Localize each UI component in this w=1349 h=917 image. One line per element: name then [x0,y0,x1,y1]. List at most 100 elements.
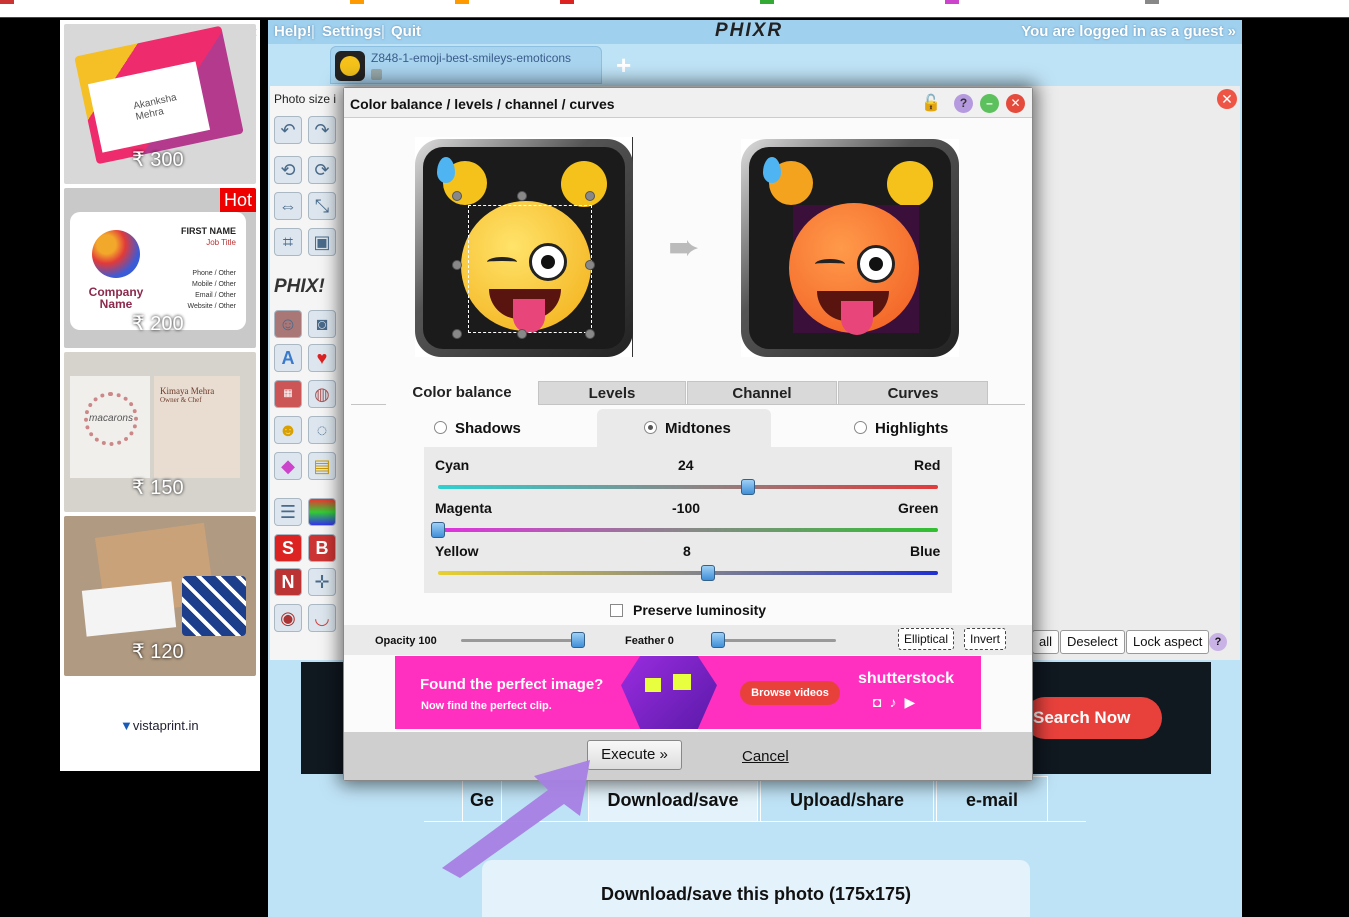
flip-icon[interactable]: ⇔ [274,192,302,220]
opacity-track[interactable] [461,639,585,642]
elliptical-button[interactable]: Elliptical [898,628,955,650]
smiley-icon[interactable]: ☻ [274,416,302,444]
ad-card-3[interactable]: macarons Kimaya Mehra Owner & Chef ₹ 150 [64,352,256,512]
unlock-icon[interactable]: 🔓 [921,94,941,113]
speech-bubble-icon[interactable]: ◌ [308,416,336,444]
ad-job-3: Owner & Chef [160,396,202,404]
selection-handle[interactable] [517,191,527,201]
radio-shadows[interactable]: Shadows [434,420,521,437]
shapes-icon[interactable]: ◆ [274,452,302,480]
blur-icon[interactable]: B [308,534,336,562]
tab-resize-icon[interactable] [371,69,382,80]
rotate-icon[interactable]: ⟲ [274,156,302,184]
selection-handle[interactable] [585,191,595,201]
ad-card-1[interactable]: Akanksha Mehra ₹ 300 [64,24,256,184]
noise-icon[interactable]: N [274,568,302,596]
cyan-red-slider[interactable] [741,479,755,495]
selection-handle[interactable] [585,329,595,339]
ad-price: ₹ 200 [132,313,184,335]
vistaprint-logo[interactable]: ▼vistaprint.in [120,718,199,733]
text-icon[interactable]: A [274,344,302,372]
checkbox-box [610,604,623,617]
ad-headline: Found the perfect image? [420,676,604,693]
resize-icon[interactable]: ⤡ [308,192,336,220]
tab-download-save[interactable]: Download/save [588,776,758,822]
close-icon[interactable]: ✕ [1006,94,1025,113]
rules-icon[interactable]: ▦ [274,380,302,408]
opacity-slider[interactable] [571,632,585,648]
tab-channel[interactable]: Channel [687,381,837,405]
quit-link[interactable]: Quit [391,23,421,40]
magenta-green-track[interactable] [438,528,938,532]
settings-link[interactable]: Settings [322,23,381,40]
tab-levels[interactable]: Levels [538,381,686,405]
portrait-icon[interactable]: ◍ [308,380,336,408]
search-now-button[interactable]: Search Now [1024,697,1162,739]
ad-price: ₹ 120 [132,641,184,663]
face-photo-icon[interactable]: ☺ [274,310,302,338]
selection-handle[interactable] [517,329,527,339]
yellow-blue-track[interactable] [438,571,938,575]
help-icon[interactable]: ? [1209,633,1227,651]
cancel-button[interactable]: Cancel [742,748,789,765]
rotate-right-icon[interactable]: ⟳ [308,156,336,184]
red-eye-icon[interactable]: ◉ [274,604,302,632]
image-tab[interactable]: Z848-1-emoji-best-smileys-emoticons [330,46,602,84]
browse-videos-button[interactable]: Browse videos [740,681,840,705]
magenta-green-slider[interactable] [431,522,445,538]
border-icon[interactable]: ▤ [308,452,336,480]
ad-card-4[interactable]: ₹ 120 [64,516,256,676]
close-image-icon[interactable]: ✕ [1217,89,1237,109]
tab-upload-share[interactable]: Upload/share [760,776,934,822]
color-palette-icon[interactable] [308,498,336,526]
feather-slider[interactable] [711,632,725,648]
radio-midtones[interactable]: Midtones [644,420,731,437]
yellow-label: Yellow [435,543,479,559]
lock-aspect-button[interactable]: Lock aspect [1126,630,1210,654]
invert-button[interactable]: Invert [964,628,1007,650]
tab-email[interactable]: e-mail [936,776,1048,822]
frame-icon[interactable]: ▣ [308,228,336,256]
deselect-button[interactable]: Deselect [1060,630,1125,654]
sharpen-icon[interactable]: S [274,534,302,562]
help-link[interactable]: Help! [274,23,312,40]
dialog-header: Color balance / levels / channel / curve… [344,88,1032,118]
radio-label: Shadows [455,420,521,437]
selection-rectangle[interactable] [468,205,592,333]
guest-login-link[interactable]: You are logged in as a guest » [1021,23,1236,40]
preserve-luminosity-checkbox[interactable]: Preserve luminosity [610,602,766,618]
ad-card-2[interactable]: Hot Company Name FIRST NAME Job Title Ph… [64,188,256,348]
yellow-blue-slider[interactable] [701,565,715,581]
sparkle-icon[interactable]: ✛ [308,568,336,596]
yellow-blue-value: 8 [683,543,691,559]
menu-separator: | [311,23,315,40]
minimize-icon[interactable]: – [980,94,999,113]
heart-icon[interactable]: ♥ [308,344,336,372]
cyan-red-track[interactable] [438,485,938,489]
undo-icon[interactable]: ↶ [274,116,302,144]
redo-icon[interactable]: ↷ [308,116,336,144]
select-all-button[interactable]: all [1032,630,1060,654]
help-icon[interactable]: ? [954,94,973,113]
image-tab-bar: Z848-1-emoji-best-smileys-emoticons + [268,44,1242,86]
selection-handle[interactable] [452,260,462,270]
selection-handle[interactable] [452,191,462,201]
radio-highlights[interactable]: Highlights [854,420,948,437]
add-tab-icon[interactable]: + [616,50,631,81]
selection-handle[interactable] [452,329,462,339]
original-image[interactable] [415,137,633,357]
selection-handle[interactable] [585,260,595,270]
arrow-right-icon: ➨ [668,227,700,269]
crop-icon[interactable]: ⌗ [274,228,302,256]
tab-color-balance[interactable]: Color balance [386,381,538,405]
vistaprint-icon: ▼ [120,718,133,733]
tab-curves[interactable]: Curves [838,381,988,405]
camera-icon[interactable]: ◙ [308,310,336,338]
feather-track[interactable] [712,639,836,642]
mouth-icon[interactable]: ◡ [308,604,336,632]
shutterstock-ad[interactable]: Found the perfect image? Now find the pe… [395,656,981,729]
execute-button[interactable]: Execute » [587,740,682,770]
macarons-logo-icon: macarons [84,392,138,446]
annotation-arrow [442,760,590,878]
adjust-sliders-icon[interactable]: ☰ [274,498,302,526]
